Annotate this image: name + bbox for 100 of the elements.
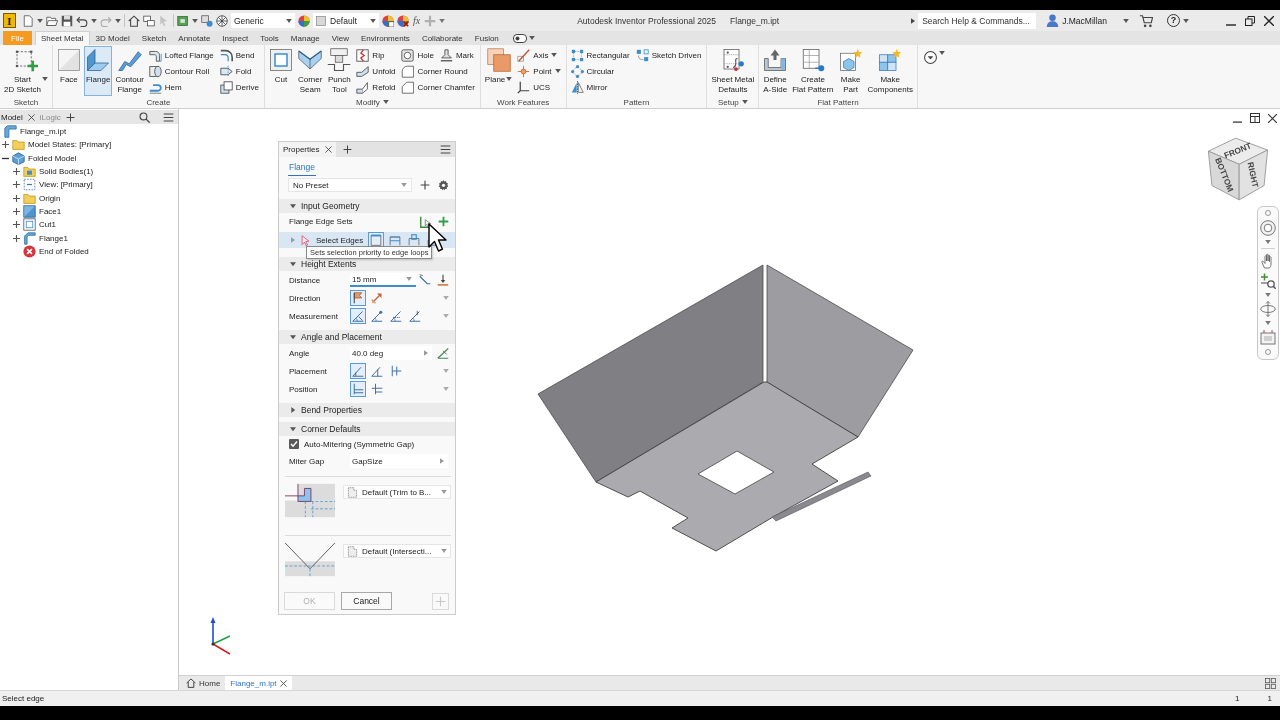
ribbon-button[interactable]: Lofted Flange	[148, 47, 215, 63]
toggle-switch-icon[interactable]	[512, 33, 527, 43]
expand-icon[interactable]	[12, 181, 20, 189]
ribbon-button[interactable]: Mark	[439, 47, 475, 63]
tree-item[interactable]: Face1	[39, 207, 62, 217]
settings-icon[interactable]	[438, 179, 449, 191]
section-header[interactable]: Angle and Placement	[279, 330, 455, 344]
ribbon-button[interactable]: Flange	[83, 46, 113, 96]
ribbon-tab[interactable]: 3D Model	[89, 31, 136, 45]
parameters-button[interactable]: fx	[412, 15, 422, 26]
ribbon-button[interactable]: Hole	[401, 47, 435, 63]
ribbon-button[interactable]: Circular	[570, 63, 616, 79]
ribbon-button[interactable]: Corner Round	[401, 63, 469, 79]
ribbon-tab[interactable]: View	[325, 31, 355, 45]
menu-icon[interactable]	[163, 111, 174, 123]
panel-menu-button[interactable]: Modify	[356, 97, 389, 107]
feature-tab[interactable]: Flange	[288, 162, 316, 176]
split-window-icon[interactable]	[1250, 113, 1260, 123]
orbit-icon[interactable]	[1260, 301, 1276, 317]
window-frame-icon[interactable]	[1260, 329, 1276, 345]
expand-icon[interactable]	[12, 168, 20, 176]
expand-icon[interactable]	[1, 141, 9, 149]
ribbon-tab[interactable]: Sheet Metal	[34, 31, 90, 45]
panel-tab[interactable]: Properties	[279, 142, 337, 157]
expand-icon[interactable]	[12, 221, 20, 229]
square-dot-icon[interactable]	[201, 14, 213, 27]
input-field[interactable]: GapSize	[350, 454, 448, 468]
save-icon[interactable]	[61, 14, 73, 27]
open-folder-icon[interactable]	[46, 14, 58, 27]
tree-item[interactable]: Folded Model	[28, 153, 77, 163]
ribbon-tab[interactable]: Fusion	[468, 31, 505, 45]
plus-icon[interactable]	[65, 112, 75, 122]
ribbon-button[interactable]: Rectangular	[570, 47, 631, 63]
ribbon-button[interactable]: Fold	[219, 63, 253, 79]
browser-tab[interactable]: Model	[1, 110, 23, 124]
ribbon-button[interactable]: Unfold	[356, 63, 397, 79]
ribbon-button[interactable]: Refold	[356, 79, 397, 95]
option-button[interactable]	[350, 308, 366, 324]
angle-lines-icon[interactable]	[437, 347, 449, 359]
input-field[interactable]: 40.0 deg	[350, 346, 432, 360]
menu-icon[interactable]	[440, 144, 451, 155]
material-dropdown[interactable]: Generic	[231, 13, 295, 28]
zoom-icon[interactable]	[1260, 273, 1276, 289]
option-button[interactable]	[406, 232, 423, 248]
section-header[interactable]: Corner Defaults	[279, 422, 455, 436]
option-button[interactable]	[407, 308, 423, 324]
section-header[interactable]: Bend Properties	[279, 403, 455, 417]
option-button[interactable]	[388, 308, 404, 324]
color-wheel-icon[interactable]	[298, 14, 310, 27]
option-button[interactable]	[350, 381, 366, 397]
section-header[interactable]: Height Extents	[279, 257, 455, 271]
ribbon-button[interactable]: Face	[54, 46, 83, 96]
dialog-button[interactable]: Cancel	[341, 592, 392, 610]
ribbon-button[interactable]: Point	[517, 63, 562, 79]
ribbon-button[interactable]: Define A-Side	[761, 46, 790, 96]
expand-icon[interactable]	[12, 194, 20, 202]
ribbon-button[interactable]: Make Part	[836, 46, 865, 96]
ribbon-button[interactable]: Contour Roll	[148, 63, 211, 79]
option-button[interactable]	[369, 381, 385, 397]
color-wheel-edit-icon[interactable]	[382, 14, 394, 27]
tree-item[interactable]: Flange_m.ipt	[20, 127, 67, 137]
close-icon[interactable]	[1264, 15, 1274, 26]
restore-icon[interactable]	[1245, 15, 1255, 26]
appearance-dropdown[interactable]: Default	[313, 13, 379, 28]
arrow-to-line-icon[interactable]	[437, 274, 449, 286]
slanted-line-icon[interactable]	[419, 274, 431, 286]
search-field[interactable]: Search Help & Commands...	[918, 12, 1037, 29]
ribbon-tab[interactable]: Manage	[284, 31, 326, 45]
tree-item[interactable]: Model States: [Primary]	[28, 140, 112, 150]
ribbon-button[interactable]: UCS	[517, 79, 552, 95]
tile-windows-icon[interactable]	[1265, 677, 1276, 689]
tree-item[interactable]: End of Folded	[39, 247, 89, 257]
ribbon-button[interactable]: Contour Flange	[113, 46, 146, 96]
ribbon-button[interactable]: Create Flat Pattern	[790, 46, 836, 96]
ribbon-button[interactable]: Make Components	[865, 46, 915, 96]
ribbon-button[interactable]: Start 2D Sketch	[2, 46, 50, 96]
ribbon-tab[interactable]: Tools	[254, 31, 285, 45]
ribbon-button[interactable]: Derive	[219, 79, 260, 95]
close-icon[interactable]	[1268, 113, 1277, 123]
option-button[interactable]	[350, 290, 366, 306]
user-name[interactable]: J.MacMillan	[1062, 15, 1107, 26]
relief-dropdown[interactable]: Default (Trim to B...	[343, 485, 451, 499]
undo-icon[interactable]	[76, 14, 88, 27]
section-header[interactable]: Input Geometry	[279, 199, 455, 213]
user-icon[interactable]	[1046, 14, 1060, 27]
ribbon-button[interactable]: Sketch Driven	[635, 47, 703, 63]
search-icon[interactable]	[139, 111, 150, 123]
option-button[interactable]	[369, 308, 385, 324]
ribbon-tab[interactable]: Annotate	[172, 31, 217, 45]
color-wheel-clear-icon[interactable]	[397, 14, 409, 27]
option-button[interactable]	[350, 363, 366, 379]
ribbon-button[interactable]: Rip	[356, 47, 386, 63]
plus-icon[interactable]	[343, 145, 353, 154]
tree-item[interactable]: Cut1	[39, 220, 56, 230]
ribbon-tab[interactable]: Collaborate	[415, 31, 469, 45]
ribbon-button[interactable]: Plane	[482, 46, 515, 96]
close-icon[interactable]	[325, 146, 333, 153]
relief-dropdown[interactable]: Default (Intersecti...	[343, 544, 451, 558]
document-tab[interactable]: Home	[181, 676, 226, 690]
ribbon-button[interactable]: Punch Tool	[325, 46, 354, 96]
